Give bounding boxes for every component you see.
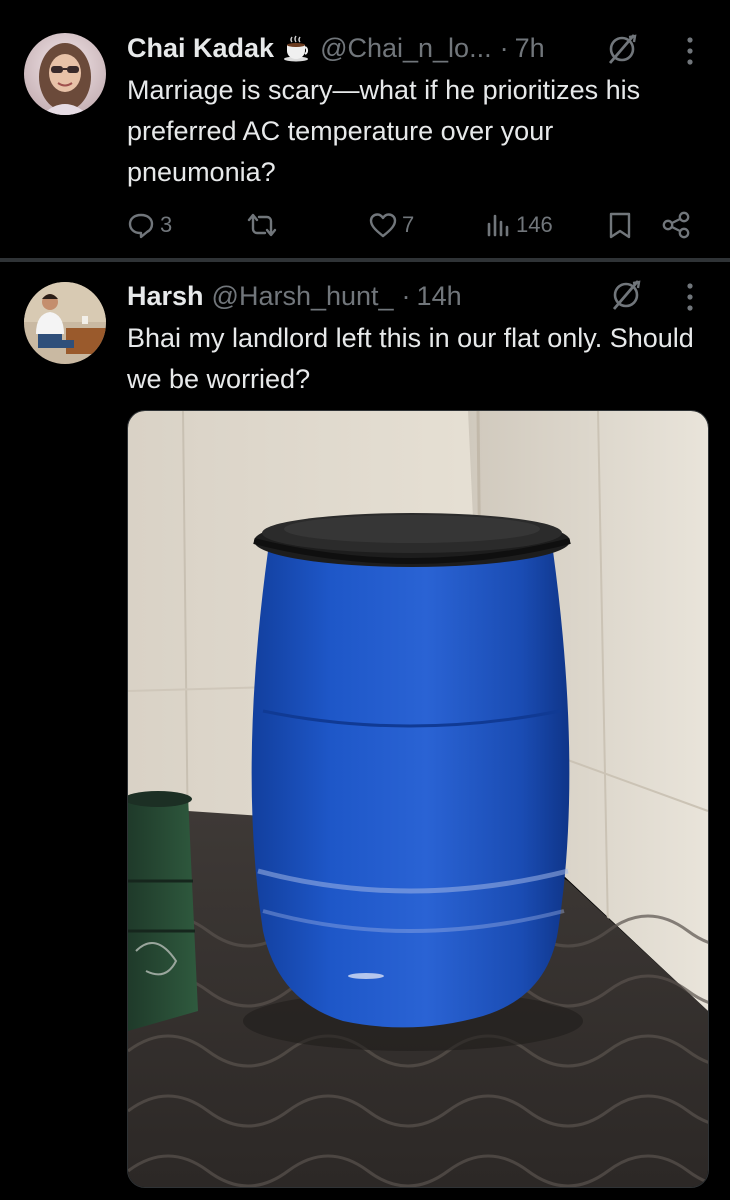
- tweet-text: Bhai my landlord left this in our flat o…: [127, 323, 694, 394]
- coffee-cup-emoji-icon: [282, 33, 312, 63]
- avatar[interactable]: [24, 282, 106, 364]
- reply-count: 3: [160, 212, 173, 237]
- share-button[interactable]: [660, 205, 692, 245]
- tweet-text: Marriage is scary—what if he prioritizes…: [127, 75, 641, 187]
- avatar[interactable]: [24, 33, 106, 115]
- author-handle[interactable]: @Harsh_hunt_: [212, 281, 394, 312]
- avatar-image: [24, 33, 106, 115]
- tweet-2[interactable]: Harsh @Harsh_hunt_ · 14h Bhai my landlor…: [0, 262, 730, 1200]
- grok-icon[interactable]: [605, 32, 639, 66]
- view-count: 146: [516, 212, 553, 237]
- author-name[interactable]: Harsh: [127, 281, 204, 312]
- more-vertical-icon[interactable]: [685, 36, 695, 66]
- author-handle[interactable]: @Chai_n_lo...: [320, 33, 492, 64]
- author-name[interactable]: Chai Kadak: [127, 33, 274, 64]
- timestamp[interactable]: 7h: [515, 33, 545, 64]
- bookmark-icon: [609, 212, 631, 239]
- separator: ·: [499, 32, 509, 63]
- heart-icon: [369, 213, 397, 238]
- timestamp[interactable]: 14h: [417, 281, 462, 312]
- views-button[interactable]: 146: [486, 205, 553, 245]
- like-button[interactable]: 7: [368, 205, 414, 245]
- reply-icon: [128, 213, 154, 239]
- tweet-photo[interactable]: [127, 410, 709, 1188]
- grok-icon[interactable]: [609, 278, 643, 312]
- more-vertical-icon[interactable]: [685, 282, 695, 312]
- views-chart-icon: [487, 214, 509, 237]
- blue-drum-photo: [128, 411, 708, 1187]
- share-icon: [662, 211, 690, 239]
- avatar-image: [24, 282, 106, 364]
- retweet-icon: [247, 213, 277, 237]
- action-bar: 3 7 146: [0, 205, 730, 245]
- reply-button[interactable]: 3: [126, 205, 172, 245]
- separator: ·: [401, 280, 411, 311]
- tweet-1[interactable]: Chai Kadak @Chai_n_lo... · 7h Marriage i…: [0, 0, 730, 258]
- like-count: 7: [402, 212, 415, 237]
- retweet-button[interactable]: [244, 205, 280, 245]
- bookmark-button[interactable]: [606, 205, 634, 245]
